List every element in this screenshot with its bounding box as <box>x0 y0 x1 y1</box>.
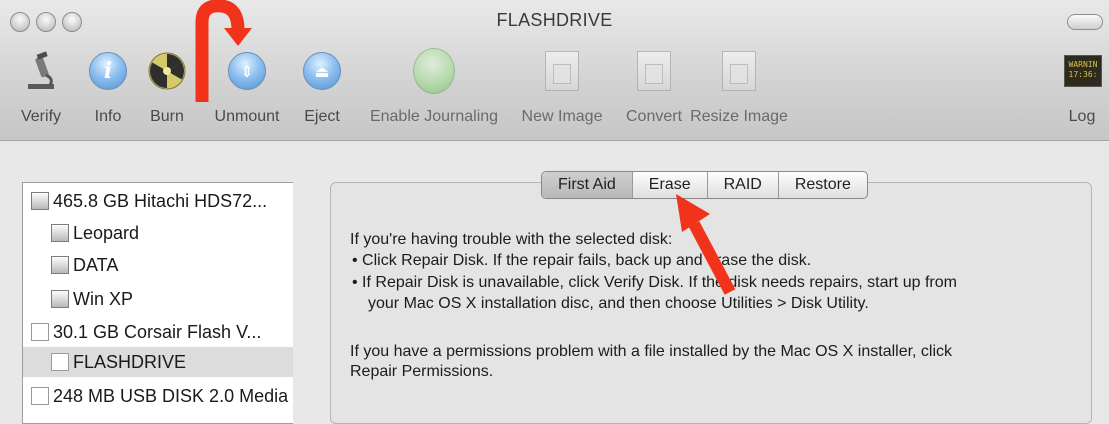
new-image-button[interactable]: New Image <box>522 50 602 125</box>
flash-drive-icon <box>31 323 49 341</box>
sidebar-item-label: Leopard <box>73 222 140 243</box>
toolbar-label-burn: Burn <box>150 108 184 125</box>
first-aid-bullet-2b: your Mac OS X installation disc, and the… <box>368 295 869 312</box>
toolbar-label-log: Log <box>1068 108 1096 125</box>
window-toolbar: FLASHDRIVE Verify i Info Burn ⇕ Unmount … <box>0 0 1109 141</box>
first-aid-bullet-2a: • If Repair Disk is unavailable, click V… <box>352 274 957 291</box>
sidebar-item-label: DATA <box>73 254 119 275</box>
convert-button[interactable]: Convert <box>626 50 682 125</box>
info-button[interactable]: i Info <box>87 50 129 125</box>
usb-disk-icon <box>31 387 49 405</box>
convert-icon <box>637 51 671 91</box>
resize-image-button[interactable]: Resize Image <box>690 50 788 125</box>
microscope-icon <box>20 50 62 92</box>
toolbar-label-unmount: Unmount <box>214 108 280 125</box>
eject-button[interactable]: ⏏ Eject <box>301 50 343 125</box>
enable-journaling-button[interactable]: Enable Journaling <box>370 48 498 125</box>
journaling-icon <box>413 48 455 94</box>
toolbar-label-resize-image: Resize Image <box>690 108 788 125</box>
window-title: FLASHDRIVE <box>496 10 613 30</box>
volume-icon <box>51 256 69 274</box>
toolbar-label-convert: Convert <box>625 108 683 125</box>
hard-disk-icon <box>31 192 49 210</box>
log-icon-text: WARNIN 17:36: <box>1064 55 1102 87</box>
toolbar-label-enable-journaling: Enable Journaling <box>369 108 499 125</box>
permissions-text-1: If you have a permissions problem with a… <box>350 343 953 360</box>
flash-drive-volume-icon <box>51 353 69 371</box>
resize-image-icon <box>722 51 756 91</box>
eject-icon: ⏏ <box>303 52 341 90</box>
sidebar-item-label: FLASHDRIVE <box>73 351 187 372</box>
volume-icon <box>51 224 69 242</box>
toolbar-label-info: Info <box>94 108 122 125</box>
sidebar-item-flashdrive[interactable]: FLASHDRIVE <box>23 347 293 377</box>
sidebar-item-win-xp[interactable]: Win XP <box>51 284 133 314</box>
verify-button[interactable]: Verify <box>20 50 62 125</box>
toolbar-label-eject: Eject <box>304 108 340 125</box>
curved-arrow-annotation-icon <box>195 0 252 102</box>
sidebar-item-label: 248 MB USB DISK 2.0 Media <box>53 385 289 406</box>
tab-restore[interactable]: Restore <box>779 172 867 198</box>
volume-icon <box>51 290 69 308</box>
sidebar-item-leopard[interactable]: Leopard <box>51 218 139 248</box>
toolbar-label-verify: Verify <box>20 108 62 125</box>
arrow-to-erase-tab-icon <box>676 194 736 295</box>
toolbar-label-new-image: New Image <box>521 108 603 125</box>
first-aid-intro: If you're having trouble with the select… <box>350 231 673 248</box>
info-icon: i <box>89 52 127 90</box>
sidebar-item-label: 30.1 GB Corsair Flash V... <box>53 321 262 342</box>
sidebar-item-label: Win XP <box>73 288 134 309</box>
sidebar-item-hitachi-disk[interactable]: 465.8 GB Hitachi HDS72... <box>31 186 267 216</box>
log-icon: WARNIN 17:36: <box>1062 50 1104 92</box>
sidebar-item-data[interactable]: DATA <box>51 250 118 280</box>
toolbar-toggle-button[interactable] <box>1067 14 1103 30</box>
disk-list-sidebar[interactable]: 465.8 GB Hitachi HDS72... Leopard DATA W… <box>22 182 293 424</box>
sidebar-item-corsair-disk[interactable]: 30.1 GB Corsair Flash V... <box>31 317 261 347</box>
sidebar-item-label: 465.8 GB Hitachi HDS72... <box>53 190 268 211</box>
log-button[interactable]: WARNIN 17:36: Log <box>1062 50 1104 125</box>
tab-first-aid[interactable]: First Aid <box>542 172 633 198</box>
permissions-text-2: Repair Permissions. <box>350 363 494 380</box>
new-image-icon <box>545 51 579 91</box>
